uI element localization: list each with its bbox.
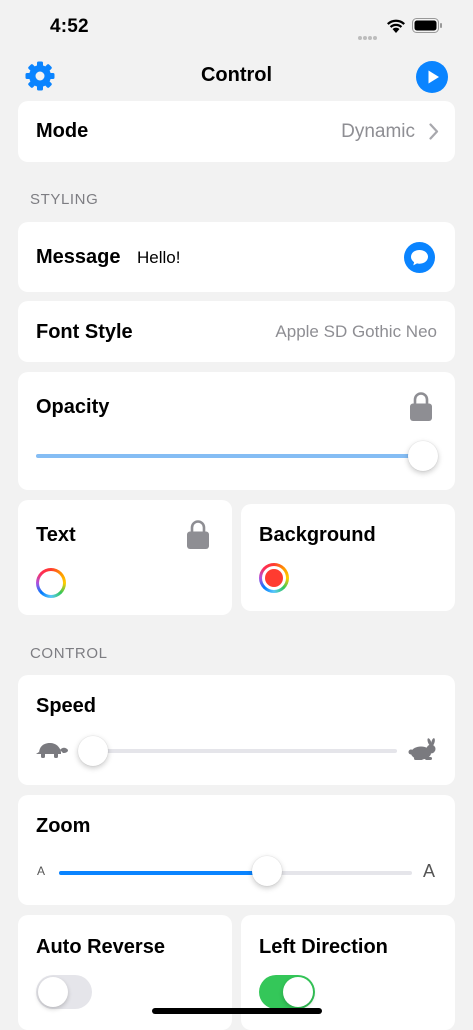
opacity-card: Opacity (18, 372, 455, 490)
font-style-value: Apple SD Gothic Neo (275, 322, 437, 341)
speed-card: Speed (18, 675, 455, 785)
status-time: 4:52 (50, 16, 89, 37)
zoom-card: Zoom A A (18, 795, 455, 905)
opacity-label: Opacity (36, 396, 110, 418)
background-color-well[interactable] (259, 563, 289, 593)
wifi-icon (386, 18, 406, 39)
text-color-card[interactable]: Text (18, 500, 232, 615)
cellular-signal-icon (357, 28, 379, 46)
zoom-slider-knob[interactable] (252, 856, 282, 886)
text-color-label: Text (36, 524, 76, 546)
left-direction-toggle[interactable] (259, 975, 315, 1009)
font-style-row[interactable]: Font Style Apple SD Gothic Neo (18, 301, 455, 362)
speech-bubble-icon (404, 242, 435, 273)
zoom-min-label: A (37, 864, 46, 878)
text-color-lock-button[interactable] (186, 519, 210, 555)
opacity-slider-knob[interactable] (408, 441, 438, 471)
home-indicator[interactable] (152, 1008, 322, 1014)
turtle-icon (36, 741, 70, 764)
background-color-card[interactable]: Background (241, 504, 455, 611)
speed-label: Speed (36, 695, 97, 717)
lock-icon (187, 520, 209, 549)
auto-reverse-toggle[interactable] (36, 975, 92, 1009)
zoom-label: Zoom (36, 815, 91, 837)
mode-row[interactable]: Mode Dynamic (18, 101, 455, 162)
edit-message-button[interactable] (404, 242, 435, 273)
lock-icon (410, 392, 432, 421)
auto-reverse-label: Auto Reverse (36, 936, 165, 958)
play-button[interactable] (416, 61, 448, 93)
message-label: Message (36, 246, 121, 268)
chevron-right-icon (429, 123, 439, 145)
left-direction-toggle-thumb (283, 977, 313, 1007)
zoom-slider-fill (59, 871, 266, 875)
battery-icon (412, 18, 443, 38)
message-row[interactable]: Message Hello! (18, 222, 455, 292)
opacity-lock-button[interactable] (409, 391, 433, 427)
section-header-styling: STYLING (30, 191, 99, 208)
background-color-label: Background (259, 524, 376, 546)
auto-reverse-toggle-thumb (38, 977, 68, 1007)
background-color-swatch (265, 569, 283, 587)
page-title: Control (200, 64, 273, 86)
left-direction-label: Left Direction (259, 936, 388, 958)
rabbit-icon (407, 738, 437, 767)
mode-label: Mode (36, 120, 89, 142)
play-icon (416, 61, 448, 93)
zoom-max-label: A (423, 861, 436, 881)
speed-slider-track[interactable] (78, 749, 397, 753)
text-color-well[interactable] (36, 568, 66, 598)
opacity-slider-track[interactable] (36, 454, 425, 458)
message-value: Hello! (137, 248, 181, 267)
speed-slider-knob[interactable] (78, 736, 108, 766)
mode-value: Dynamic (341, 121, 415, 142)
section-header-control: CONTROL (30, 645, 108, 662)
font-style-label: Font Style (36, 321, 133, 343)
